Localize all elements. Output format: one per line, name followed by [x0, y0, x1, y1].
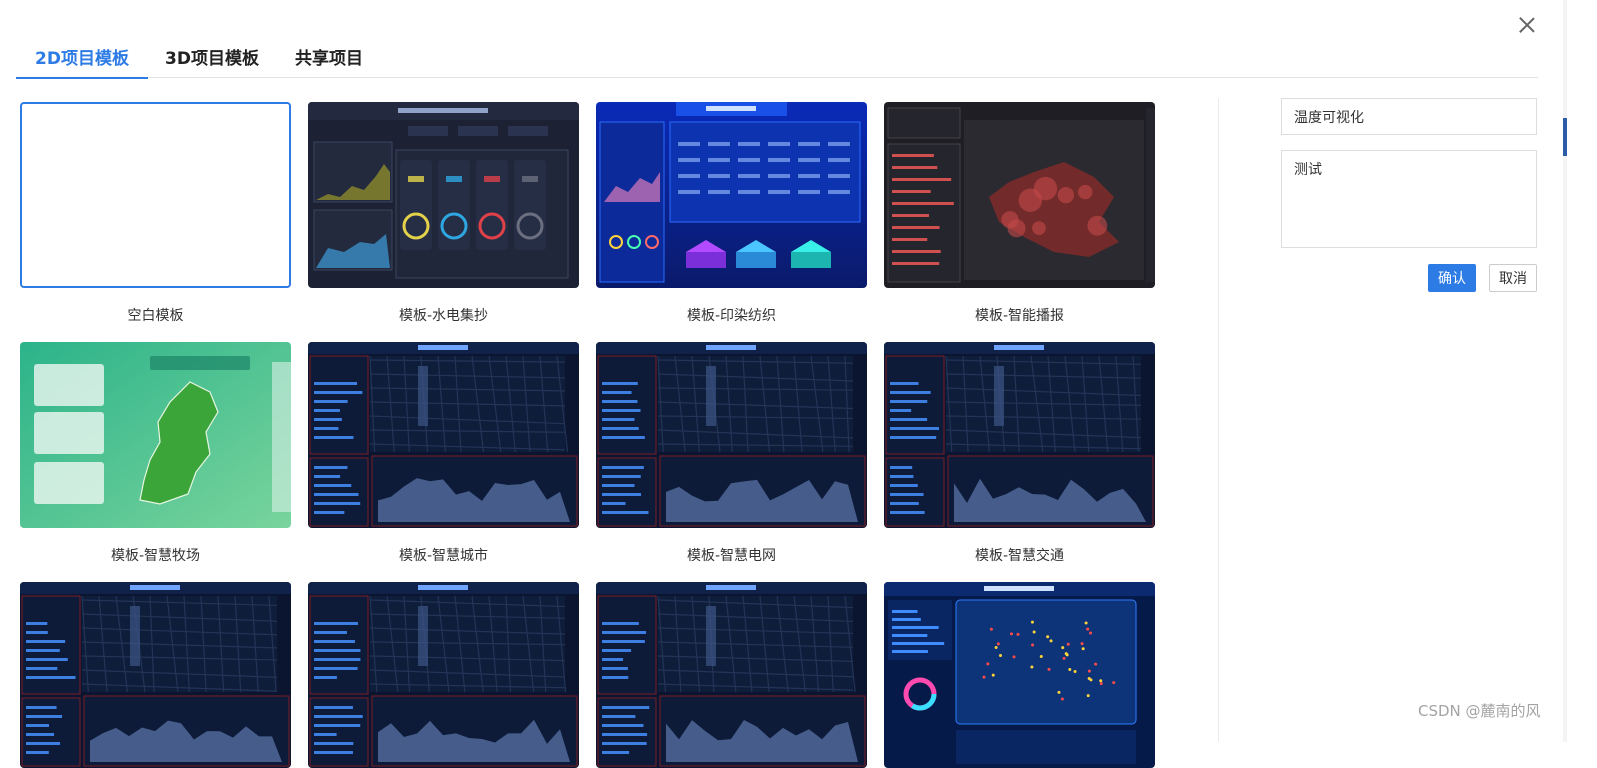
template-thumbnail[interactable] — [20, 102, 291, 288]
template-preview-image — [596, 582, 867, 768]
template-preview-image — [20, 582, 291, 768]
template-card[interactable] — [884, 582, 1155, 768]
project-name-input[interactable] — [1281, 98, 1537, 135]
template-label: 模板-水电集抄 — [398, 308, 489, 324]
template-preview-image — [308, 342, 579, 528]
template-card[interactable] — [20, 582, 291, 768]
tab-label: 共享项目 — [295, 49, 363, 69]
template-thumbnail[interactable] — [20, 342, 291, 528]
template-thumbnail[interactable] — [596, 582, 867, 768]
tab-shared-projects[interactable]: 共享项目 — [276, 44, 382, 78]
template-card[interactable]: 模板-智能播报 — [884, 102, 1155, 325]
tab-bar: 2D项目模板 3D项目模板 共享项目 — [16, 44, 1538, 79]
template-card[interactable] — [596, 582, 867, 768]
scrollbar[interactable] — [1563, 0, 1567, 742]
template-preview-image — [884, 582, 1155, 768]
template-preview-image — [596, 102, 867, 288]
template-label: 空白模板 — [127, 308, 184, 324]
template-thumbnail[interactable] — [884, 582, 1155, 768]
close-icon[interactable] — [1516, 14, 1538, 36]
confirm-button[interactable]: 确认 — [1428, 264, 1476, 292]
template-preview-image — [884, 342, 1155, 528]
tab-label: 3D项目模板 — [165, 49, 259, 69]
template-label: 模板-智慧交通 — [974, 548, 1065, 564]
project-description-input[interactable]: 测试 — [1281, 150, 1537, 248]
template-preview-image — [884, 102, 1155, 288]
template-preview-image — [308, 582, 579, 768]
template-card[interactable]: 模板-智慧城市 — [308, 342, 579, 565]
tab-label: 2D项目模板 — [35, 49, 129, 69]
watermark: CSDN @麓南的风 — [1418, 702, 1541, 720]
template-thumbnail[interactable] — [596, 102, 867, 288]
template-preview-image — [596, 342, 867, 528]
template-thumbnail[interactable] — [308, 342, 579, 528]
panel-divider — [1218, 98, 1219, 742]
cancel-button[interactable]: 取消 — [1489, 264, 1537, 292]
template-label: 模板-智慧电网 — [686, 548, 777, 564]
template-thumbnail[interactable] — [884, 342, 1155, 528]
template-thumbnail[interactable] — [20, 582, 291, 768]
tab-2d-templates[interactable]: 2D项目模板 — [16, 44, 148, 79]
template-card[interactable]: 模板-智慧牧场 — [20, 342, 291, 565]
template-label: 模板-智能播报 — [974, 308, 1065, 324]
template-card[interactable]: 空白模板 — [20, 102, 291, 325]
template-card[interactable] — [308, 582, 579, 768]
scrollbar-thumb[interactable] — [1563, 118, 1567, 156]
template-label: 模板-印染纺织 — [686, 308, 777, 324]
template-label: 模板-智慧城市 — [398, 548, 489, 564]
template-thumbnail[interactable] — [308, 582, 579, 768]
template-preview-image — [20, 342, 291, 528]
template-card[interactable]: 模板-智慧电网 — [596, 342, 867, 565]
template-label: 模板-智慧牧场 — [110, 548, 201, 564]
tab-3d-templates[interactable]: 3D项目模板 — [146, 44, 278, 78]
template-card[interactable]: 模板-智慧交通 — [884, 342, 1155, 565]
template-thumbnail[interactable] — [884, 102, 1155, 288]
template-preview-image — [308, 102, 579, 288]
template-thumbnail[interactable] — [308, 102, 579, 288]
template-card[interactable]: 模板-水电集抄 — [308, 102, 579, 325]
template-thumbnail[interactable] — [596, 342, 867, 528]
template-card[interactable]: 模板-印染纺织 — [596, 102, 867, 325]
